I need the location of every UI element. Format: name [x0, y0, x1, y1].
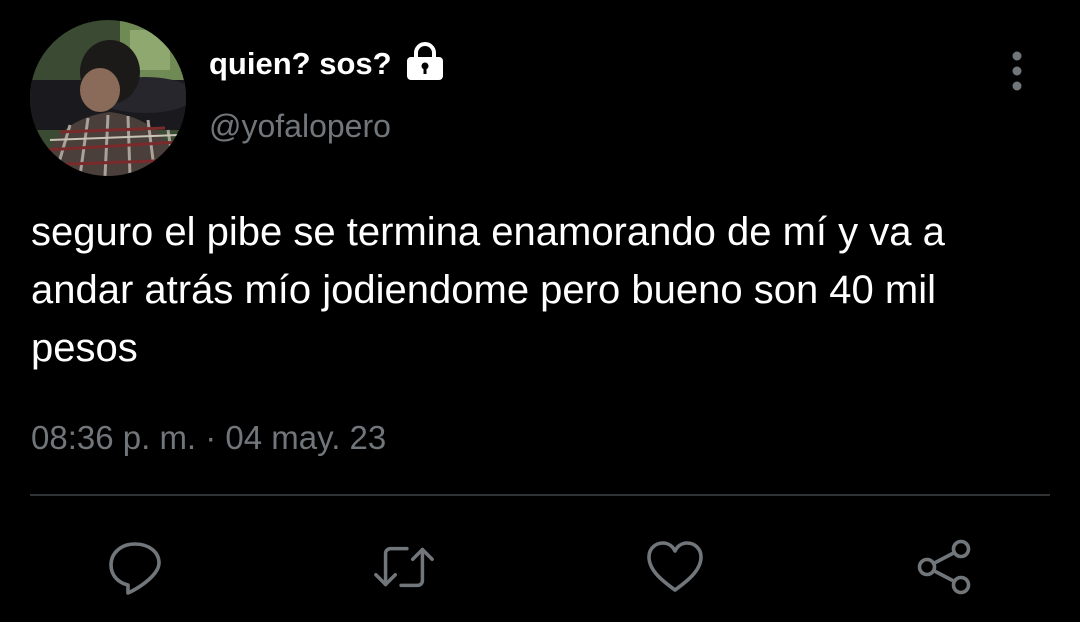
profile-photo: [30, 20, 186, 176]
reply-icon: [109, 542, 161, 595]
retweet-button[interactable]: [372, 535, 436, 599]
like-button[interactable]: [643, 535, 707, 599]
heart-icon: [647, 541, 703, 592]
lock-icon: [404, 41, 446, 81]
tweet-timestamp[interactable]: 08:36 p. m. · 04 may. 23: [31, 419, 386, 457]
display-name[interactable]: quien? sos?: [209, 41, 446, 84]
tweet-text: seguro el pibe se termina enamorando de …: [31, 210, 945, 370]
share-icon: [917, 539, 971, 595]
avatar[interactable]: [30, 20, 186, 176]
share-button[interactable]: [912, 535, 976, 599]
retweet-icon: [374, 546, 434, 588]
display-name-text: quien? sos?: [209, 46, 392, 81]
more-vertical-icon: [1012, 51, 1022, 91]
more-options-button[interactable]: [1000, 46, 1034, 96]
user-handle[interactable]: @yofalopero: [209, 108, 391, 145]
reply-button[interactable]: [103, 535, 167, 599]
divider: [30, 494, 1050, 496]
